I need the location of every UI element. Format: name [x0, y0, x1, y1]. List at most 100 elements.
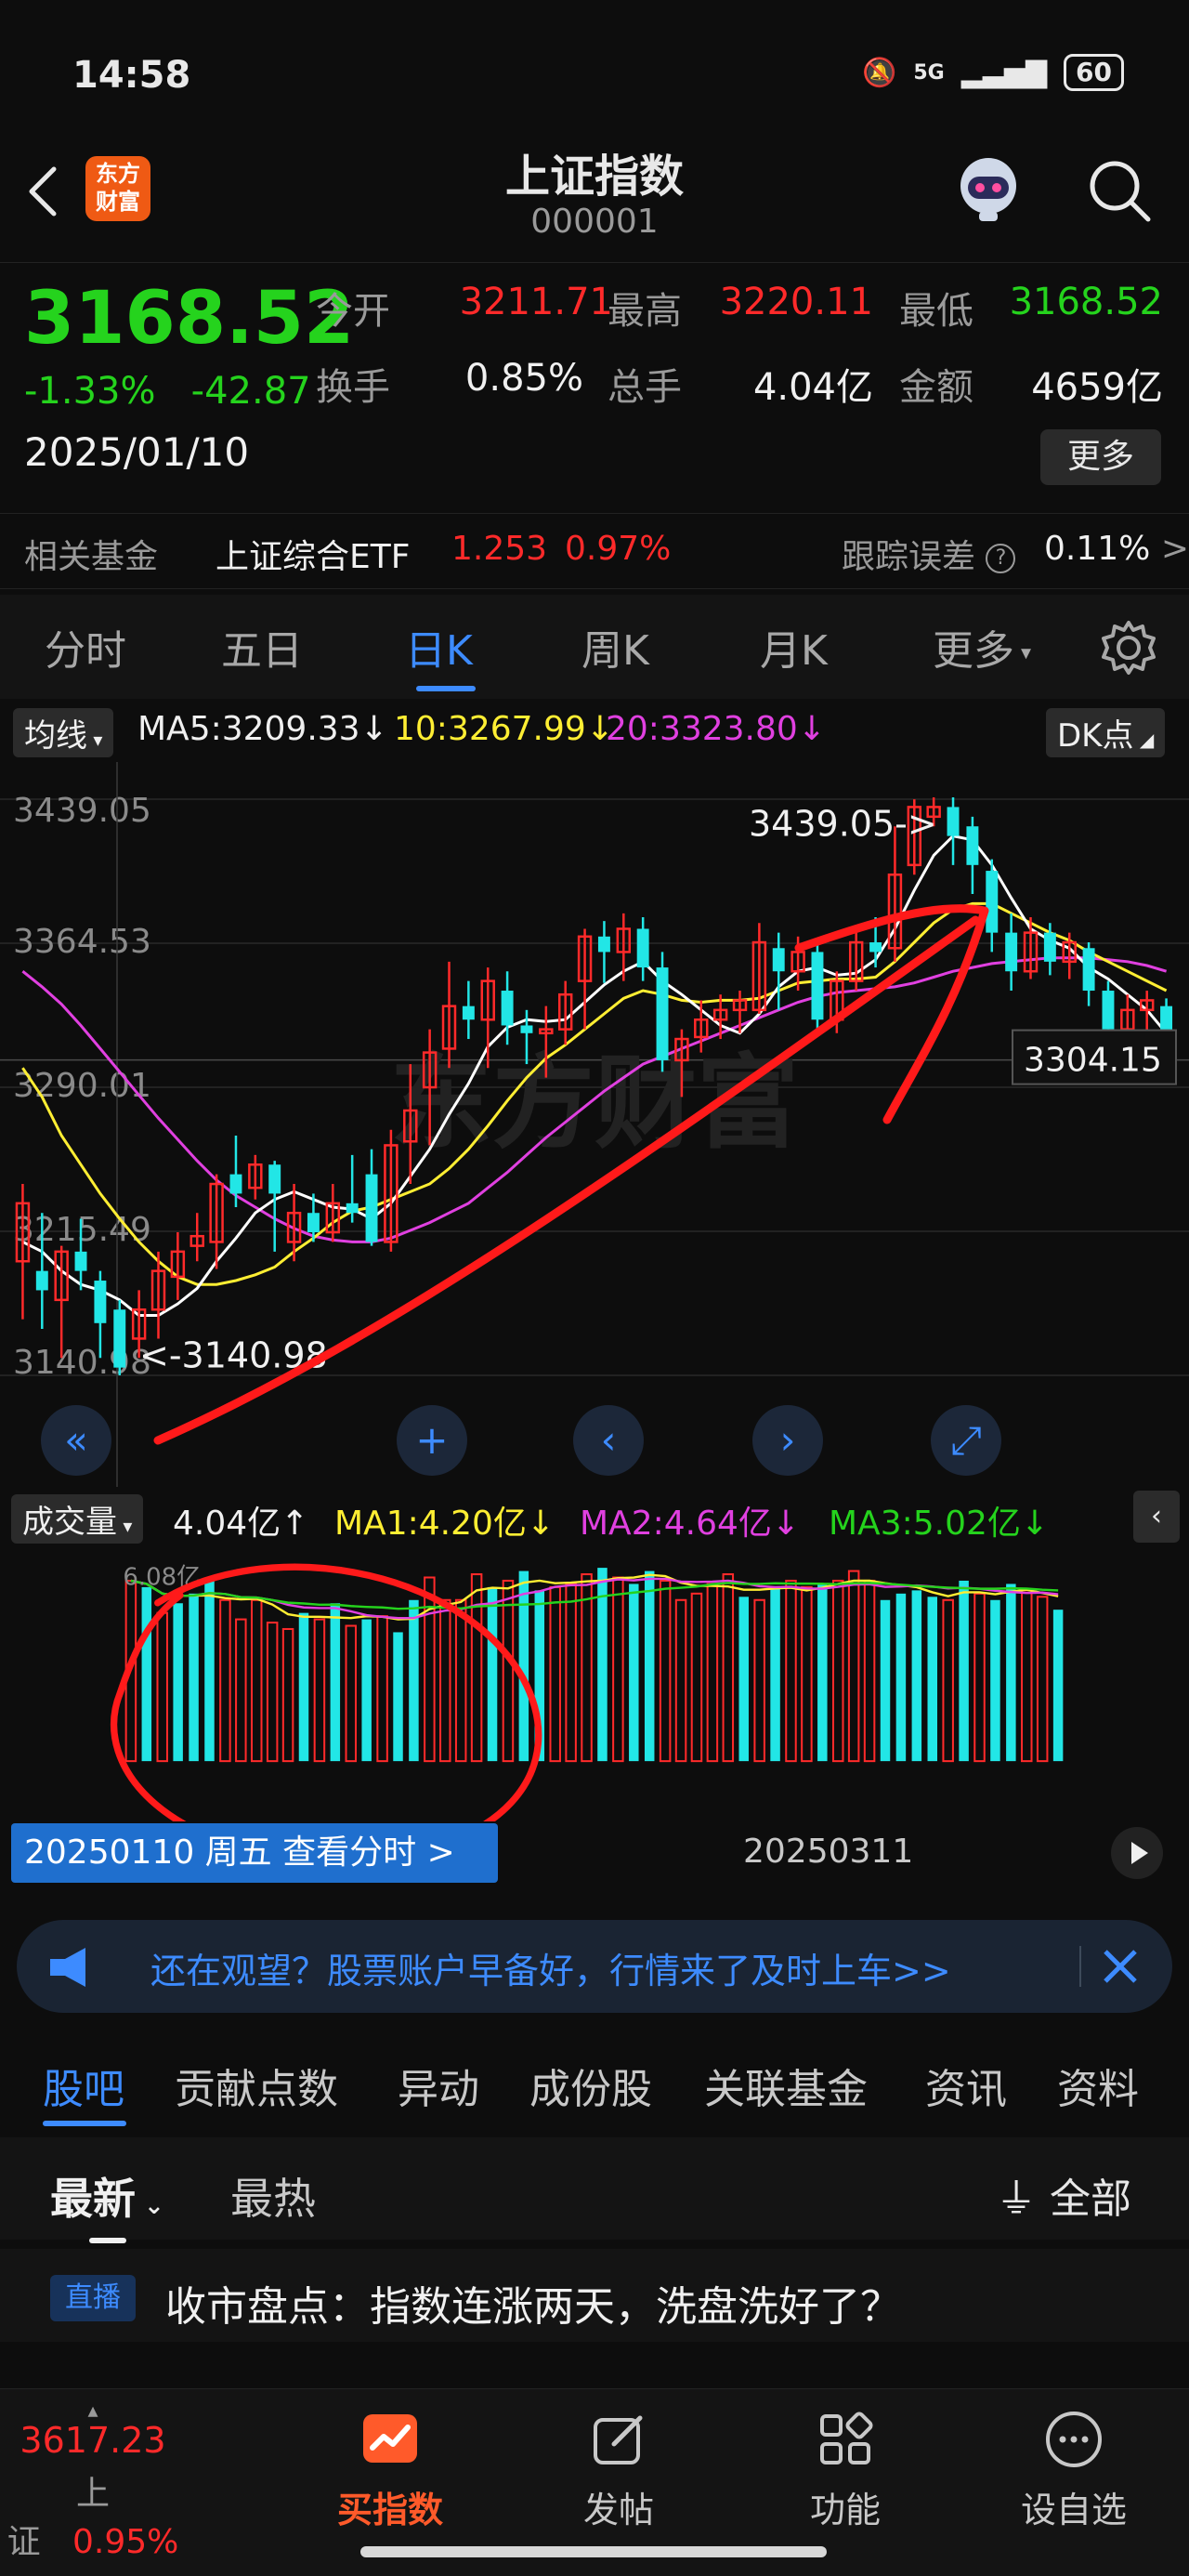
volume-bar: [173, 1603, 183, 1762]
tab-monthly-k[interactable]: 月K: [760, 617, 828, 677]
dk-point-button[interactable]: DK点 ◢: [1046, 708, 1166, 757]
tab-constituents[interactable]: 成份股: [529, 2056, 652, 2115]
tab-movement[interactable]: 异动: [398, 2056, 479, 2115]
volume-chart[interactable]: 6.08亿: [0, 1543, 1189, 1821]
open-value: 3211.71: [459, 281, 613, 323]
volume-bar: [959, 1580, 969, 1762]
edit-icon: [586, 2407, 651, 2472]
chart-up-icon: [358, 2407, 423, 2472]
settings-gear-icon[interactable]: [1096, 615, 1161, 680]
zoom-in-icon[interactable]: +: [397, 1405, 467, 1476]
high-marker: 3439.05->: [749, 804, 937, 845]
tab-more[interactable]: 更多 ▾: [933, 617, 1031, 677]
y-tick-label: 3364.53: [13, 923, 151, 961]
logo-text-top: 东方: [96, 161, 140, 187]
tab-related-funds[interactable]: 关联基金: [704, 2056, 868, 2115]
volume-ma3: MA3:5.02亿↓: [829, 1505, 1050, 1543]
amount-value: 4659亿: [1031, 366, 1163, 409]
tab-five-day[interactable]: 五日: [221, 617, 303, 677]
filter-button[interactable]: ⏚ 全部: [996, 2165, 1131, 2225]
tracking-error-label: 跟踪误差 ?: [842, 530, 1016, 578]
volume-bar: [880, 1599, 891, 1762]
tab-news[interactable]: 资讯: [925, 2056, 1007, 2115]
tracking-error-value[interactable]: 0.11% >: [1044, 530, 1189, 568]
nav-add-watchlist[interactable]: 设自选: [981, 2407, 1167, 2532]
grid-icon: [813, 2407, 878, 2472]
candle-body: [365, 1174, 378, 1242]
candle-body: [966, 826, 979, 865]
candle-body: [462, 1005, 475, 1020]
help-icon[interactable]: ?: [986, 544, 1016, 573]
close-icon[interactable]: [1092, 1939, 1148, 1994]
back-button[interactable]: [20, 158, 67, 223]
ma-selector[interactable]: 均线 ▾: [13, 708, 114, 757]
low-label: 最低: [899, 290, 973, 333]
tab-forum[interactable]: 股吧: [43, 2056, 124, 2115]
caret-down-icon: ▾: [87, 729, 103, 751]
collapse-panel-button[interactable]: ‹: [1133, 1491, 1180, 1543]
stock-code: 000001: [530, 203, 659, 241]
candle-body: [1005, 932, 1018, 972]
candle-body: [501, 991, 514, 1026]
more-button[interactable]: 更多: [1040, 429, 1161, 485]
pan-left-icon[interactable]: ‹: [573, 1405, 644, 1476]
candle-body: [1102, 991, 1115, 1030]
volume-selector[interactable]: 成交量 ▾: [11, 1494, 144, 1544]
rewind-icon[interactable]: «: [41, 1405, 111, 1476]
search-icon[interactable]: [1083, 154, 1157, 229]
volume-bar: [706, 1583, 719, 1763]
caret-down-icon: ▾: [1014, 641, 1032, 665]
app-logo[interactable]: 东方 财富: [85, 156, 150, 221]
tab-contribution[interactable]: 贡献点数: [175, 2056, 338, 2115]
fullscreen-icon[interactable]: ⤢: [931, 1405, 1001, 1476]
volume-bar: [863, 1579, 876, 1763]
annotation-arrow-head: [794, 904, 989, 1124]
candle-body: [520, 1025, 533, 1033]
tab-daily-k[interactable]: 日K: [405, 617, 473, 677]
candle-body: [35, 1270, 48, 1291]
ma10-value: 10:3267.99↓: [394, 710, 614, 748]
volume-bar: [393, 1632, 403, 1762]
volume-bar: [204, 1580, 215, 1762]
promo-text[interactable]: 还在观望？股票账户早备好，行情来了及时上车>>: [150, 1942, 951, 1993]
volume-bar: [753, 1598, 765, 1763]
sort-hot[interactable]: 最热: [230, 2165, 316, 2227]
volume-bar: [565, 1583, 577, 1763]
volume-bar: [770, 1586, 780, 1762]
index-ticker[interactable]: ▴ 3617.23 上证 0.95%: [0, 2401, 186, 2563]
tab-weekly-k[interactable]: 周K: [581, 617, 649, 677]
nav-functions[interactable]: 功能: [752, 2407, 938, 2532]
live-badge: 直播: [50, 2275, 136, 2321]
kline-chart[interactable]: 3439.053364.533290.013215.493140.98 东方财富…: [0, 762, 1189, 1487]
tab-intraday[interactable]: 分时: [45, 617, 126, 677]
candle-body: [636, 928, 649, 968]
sort-indicator: [89, 2238, 126, 2243]
control-glyph: ›: [780, 1417, 796, 1463]
volume-bar: [911, 1590, 922, 1762]
view-intraday-button[interactable]: 20250110 周五 查看分时 >: [11, 1823, 498, 1883]
play-icon[interactable]: [1111, 1827, 1163, 1879]
volume-bar: [424, 1576, 436, 1763]
volume-bar: [785, 1579, 797, 1763]
volume-bar: [629, 1584, 639, 1762]
volume-bar: [266, 1622, 279, 1763]
ma20-value: 20:3323.80↓: [606, 710, 826, 748]
sort-latest[interactable]: 最新 ⌄: [50, 2165, 164, 2227]
volume-ma1: MA1:4.20亿↓: [334, 1505, 555, 1543]
volume-bar: [942, 1598, 954, 1763]
post-title[interactable]: 收市盘点：指数连涨两天，洗盘洗好了？: [165, 2273, 901, 2333]
candle-body: [811, 952, 824, 1020]
pan-right-icon[interactable]: ›: [752, 1405, 823, 1476]
nav-buy-index[interactable]: 买指数: [297, 2407, 483, 2532]
tab-profile[interactable]: 资料: [1057, 2056, 1139, 2115]
active-section-indicator: [43, 2121, 126, 2126]
volume-bar: [502, 1579, 515, 1763]
volume-bar: [470, 1573, 483, 1763]
signal-icon: ▂▃▅▇: [960, 56, 1048, 89]
assistant-robot-icon[interactable]: [951, 151, 1026, 225]
volume-bar: [1021, 1589, 1033, 1763]
related-fund-name[interactable]: 上证综合ETF: [216, 530, 410, 578]
home-indicator[interactable]: [360, 2546, 827, 2557]
nav-post[interactable]: 发帖: [526, 2407, 712, 2532]
volume-bar: [817, 1584, 828, 1762]
